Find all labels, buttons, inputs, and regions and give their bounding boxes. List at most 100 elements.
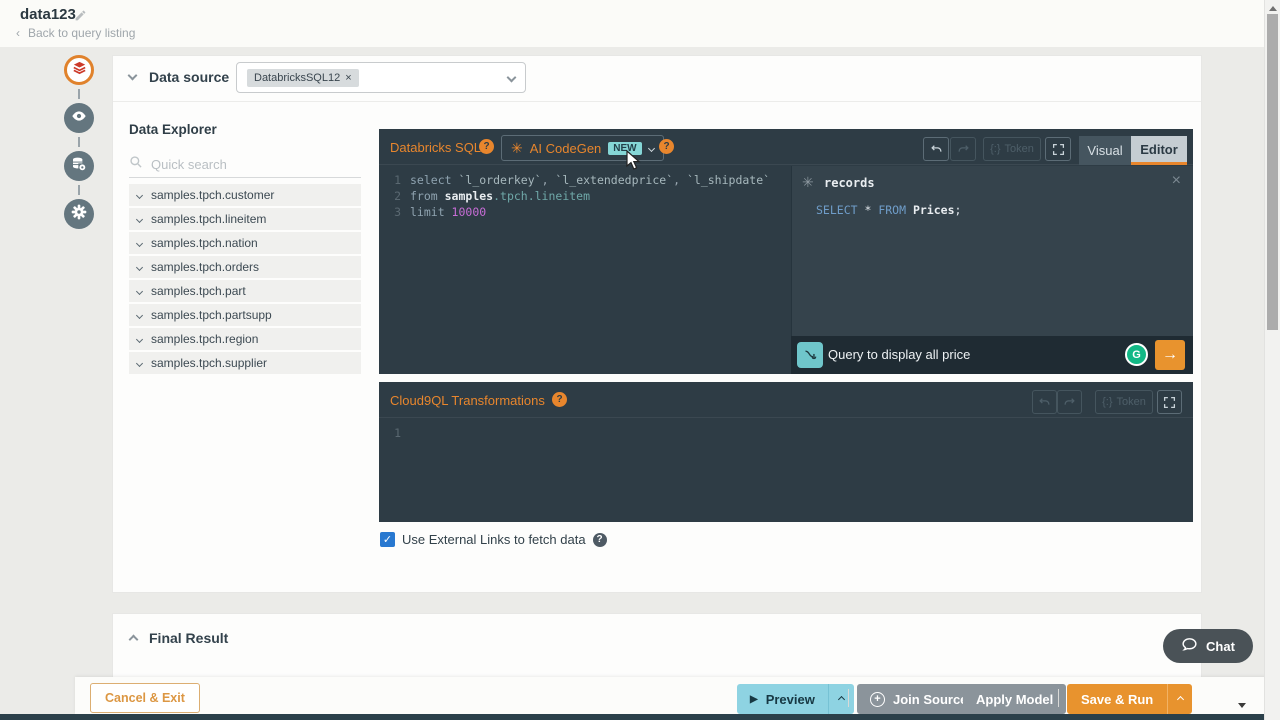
chevron-down-icon xyxy=(136,215,143,222)
tag-remove-icon[interactable]: × xyxy=(345,72,351,84)
scroll-down-icon[interactable] xyxy=(1238,703,1246,708)
divider xyxy=(1058,689,1059,707)
ai-result-title: records xyxy=(824,176,875,190)
table-name: samples.tpch.customer xyxy=(151,188,274,202)
save-run-options-button[interactable] xyxy=(1167,684,1192,714)
submit-prompt-button[interactable]: → xyxy=(1155,340,1185,370)
cloud9ql-code-editor[interactable]: 1 xyxy=(379,419,1185,589)
scrollbar-thumb[interactable] xyxy=(1267,14,1278,330)
close-icon[interactable]: × xyxy=(1172,172,1181,190)
data-explorer-title: Data Explorer xyxy=(129,122,217,137)
scrollbar-up-arrow[interactable] xyxy=(1269,6,1277,11)
page-scrollbar[interactable] xyxy=(1264,0,1280,720)
table-row[interactable]: samples.tpch.lineitem xyxy=(129,208,361,230)
redo-button[interactable] xyxy=(950,137,976,161)
grammarly-icon[interactable]: G xyxy=(1125,343,1148,366)
quick-search-input[interactable] xyxy=(151,157,351,172)
data-source-tag: DatabricksSQL12 × xyxy=(247,69,359,87)
stepper-connector xyxy=(78,185,80,195)
chevron-down-icon xyxy=(136,191,143,198)
table-row[interactable]: samples.tpch.nation xyxy=(129,232,361,254)
query-title: data123 xyxy=(20,6,76,23)
table-name: samples.tpch.partsupp xyxy=(151,308,272,322)
chevron-down-icon xyxy=(136,263,143,270)
table-name: samples.tpch.region xyxy=(151,332,258,346)
step-datasource[interactable] xyxy=(64,55,94,85)
table-row[interactable]: samples.tpch.partsupp xyxy=(129,304,361,326)
gear-icon xyxy=(71,204,87,225)
back-to-query-listing-link[interactable]: ‹ Back to query listing xyxy=(16,26,135,40)
chat-label: Chat xyxy=(1206,639,1235,654)
external-links-checkbox[interactable]: ✓ xyxy=(380,532,395,547)
save-run-button[interactable]: Save & Run xyxy=(1067,684,1167,714)
chevron-down-icon xyxy=(136,287,143,294)
chat-button[interactable]: Chat xyxy=(1163,629,1253,663)
token-button[interactable]: {:} Token xyxy=(1095,390,1153,414)
token-icon: {:} xyxy=(990,143,1000,155)
token-label: Token xyxy=(1117,396,1146,408)
data-source-select[interactable]: DatabricksSQL12 × xyxy=(236,62,526,93)
final-result-title: Final Result xyxy=(149,630,228,646)
redo-button[interactable] xyxy=(1057,390,1082,414)
apply-model-button[interactable]: Apply Model xyxy=(963,684,1066,714)
table-name: samples.tpch.lineitem xyxy=(151,212,266,226)
data-source-tag-label: DatabricksSQL12 xyxy=(254,72,340,84)
cloud9ql-header: Cloud9QL Transformations ? {:} Token xyxy=(379,382,1193,418)
openai-icon: ✳ xyxy=(802,174,814,191)
table-row[interactable]: samples.tpch.orders xyxy=(129,256,361,278)
undo-button[interactable] xyxy=(1032,390,1057,414)
step-model[interactable] xyxy=(64,151,94,181)
help-icon[interactable]: ? xyxy=(593,533,607,547)
cancel-exit-button[interactable]: Cancel & Exit xyxy=(90,683,200,713)
undo-button[interactable] xyxy=(923,137,949,161)
play-icon: ▶ xyxy=(750,694,758,705)
preview-options-button[interactable] xyxy=(828,684,854,714)
external-links-option: ✓ Use External Links to fetch data ? xyxy=(380,532,607,547)
chevron-down-icon xyxy=(507,73,517,83)
sql-code-editor[interactable]: 1select `l_orderkey`, `l_extendedprice`,… xyxy=(379,166,791,336)
chat-bubble-icon xyxy=(1181,636,1198,656)
divider xyxy=(848,689,849,707)
section-divider xyxy=(113,101,1201,102)
fullscreen-button[interactable] xyxy=(1157,390,1182,414)
help-icon[interactable]: ? xyxy=(479,139,494,154)
token-button[interactable]: {:} Token xyxy=(983,137,1041,161)
table-name: samples.tpch.supplier xyxy=(151,356,267,370)
table-name: samples.tpch.nation xyxy=(151,236,258,250)
table-row[interactable]: samples.tpch.supplier xyxy=(129,352,361,374)
ai-codegen-button[interactable]: ✳ AI CodeGen NEW xyxy=(501,135,664,161)
databricks-sql-panel: Databricks SQL* ? ✳ AI CodeGen NEW ? {:} xyxy=(379,129,1193,374)
preview-button[interactable]: ▶ Preview xyxy=(737,684,828,714)
app-root: data123 ‹ Back to query listing Data xyxy=(0,0,1280,720)
preview-label: Preview xyxy=(766,692,815,707)
step-settings[interactable] xyxy=(64,199,94,229)
tab-editor[interactable]: Editor xyxy=(1131,136,1187,165)
edit-title-icon[interactable] xyxy=(74,9,87,27)
join-source-label: Join Source xyxy=(893,692,967,707)
chevron-up-icon xyxy=(838,695,845,702)
final-result-collapse-icon[interactable] xyxy=(129,635,139,645)
chevron-down-icon xyxy=(136,335,143,342)
fullscreen-button[interactable] xyxy=(1045,137,1071,161)
dictation-icon[interactable] xyxy=(797,342,823,368)
join-source-button[interactable]: + Join Source xyxy=(857,684,980,714)
table-name: samples.tpch.orders xyxy=(151,260,259,274)
step-preview[interactable] xyxy=(64,103,94,133)
chevron-up-icon xyxy=(1177,695,1184,702)
quick-search[interactable] xyxy=(129,151,361,178)
openai-icon: ✳ xyxy=(511,140,523,157)
bottom-action-bar: Cancel & Exit ▶ Preview + Join Source Ap… xyxy=(75,677,1280,714)
chevron-down-icon xyxy=(136,311,143,318)
ai-prompt-bar[interactable]: Query to display all price G → xyxy=(791,336,1193,374)
table-row[interactable]: samples.tpch.part xyxy=(129,280,361,302)
bottom-strip xyxy=(0,714,1280,720)
table-row[interactable]: samples.tpch.customer xyxy=(129,184,361,206)
help-icon[interactable]: ? xyxy=(659,139,674,154)
data-source-collapse-icon[interactable] xyxy=(128,71,138,81)
help-icon[interactable]: ? xyxy=(552,392,567,407)
table-row[interactable]: samples.tpch.region xyxy=(129,328,361,350)
chevron-down-icon xyxy=(136,239,143,246)
ai-prompt-text[interactable]: Query to display all price xyxy=(828,347,970,362)
tab-visual[interactable]: Visual xyxy=(1079,136,1131,165)
token-label: Token xyxy=(1005,143,1034,155)
